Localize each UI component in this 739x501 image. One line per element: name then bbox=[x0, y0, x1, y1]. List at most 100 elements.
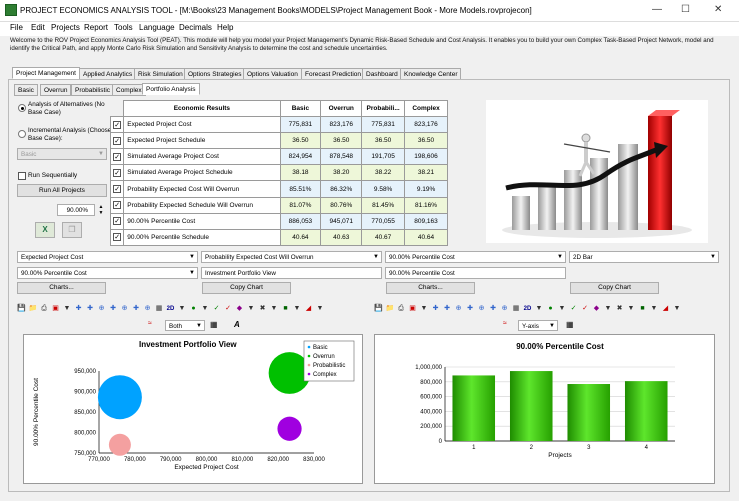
font-icon[interactable]: A bbox=[234, 320, 240, 329]
check-icon[interactable]: ✓ bbox=[224, 305, 232, 313]
row-checkbox[interactable]: ✓ bbox=[109, 180, 125, 198]
move-icon[interactable]: ✚ bbox=[432, 305, 440, 313]
palette-icon[interactable]: ◆ bbox=[593, 305, 601, 313]
zoom-in-icon[interactable]: ⊕ bbox=[455, 305, 463, 313]
menu-file[interactable]: File bbox=[10, 23, 23, 32]
dropdown-icon[interactable]: ▼ bbox=[650, 305, 658, 313]
subtab-basic[interactable]: Basic bbox=[14, 84, 38, 96]
base-case-select[interactable]: Basic ▼ bbox=[17, 148, 107, 160]
move-icon[interactable]: ✚ bbox=[86, 305, 94, 313]
menu-help[interactable]: Help bbox=[217, 23, 233, 32]
right-chart-title-input[interactable]: 90.00% Percentile Cost bbox=[385, 267, 566, 279]
style-icon[interactable]: ◢ bbox=[305, 305, 313, 313]
save-icon[interactable]: 💾 bbox=[374, 305, 383, 313]
2d-toggle-icon[interactable]: 2D bbox=[167, 305, 175, 313]
print-icon[interactable]: ⎙ bbox=[40, 305, 48, 313]
close-icon[interactable]: ✕ bbox=[714, 4, 722, 15]
row-checkbox[interactable]: ✓ bbox=[109, 228, 125, 246]
row-checkbox[interactable]: ✓ bbox=[109, 148, 125, 166]
color-icon[interactable]: ▣ bbox=[409, 305, 417, 313]
dropdown-icon[interactable]: ▼ bbox=[270, 305, 278, 313]
marker-icon[interactable]: ● bbox=[190, 305, 198, 313]
charts-button-right[interactable]: Charts... bbox=[386, 282, 475, 294]
dropdown-icon[interactable]: ▼ bbox=[247, 305, 255, 313]
dropdown-icon[interactable]: ▼ bbox=[627, 305, 635, 313]
grid-icon[interactable]: ▦ bbox=[512, 305, 520, 313]
y-variable-select[interactable]: Probability Expected Cost Will Overrun ▼ bbox=[201, 251, 382, 263]
open-icon[interactable]: 📁 bbox=[29, 305, 38, 313]
axis-select[interactable]: Y-axis ▼ bbox=[518, 320, 558, 331]
maximize-icon[interactable]: ☐ bbox=[681, 4, 690, 15]
charts-button-left[interactable]: Charts... bbox=[17, 282, 106, 294]
move-icon[interactable]: ✚ bbox=[109, 305, 117, 313]
check-icon[interactable]: ✓ bbox=[581, 305, 589, 313]
run-sequentially-checkbox[interactable] bbox=[18, 172, 26, 180]
dropdown-icon[interactable]: ▼ bbox=[316, 305, 324, 313]
left-chart-title-input[interactable]: Investment Portfolio View bbox=[201, 267, 382, 279]
copy-chart-button-left[interactable]: Copy Chart bbox=[202, 282, 291, 294]
dropdown-icon[interactable]: ▼ bbox=[420, 305, 428, 313]
copy-button[interactable]: ❐ bbox=[62, 222, 82, 238]
row-checkbox[interactable]: ✓ bbox=[109, 212, 125, 230]
menu-language[interactable]: Language bbox=[139, 23, 175, 32]
row-checkbox[interactable]: ✓ bbox=[109, 116, 125, 134]
dropdown-icon[interactable]: ▼ bbox=[673, 305, 681, 313]
zoom-out-icon[interactable]: ⊕ bbox=[478, 305, 486, 313]
save-icon[interactable]: 💾 bbox=[17, 305, 26, 313]
zoom-in-icon[interactable]: ⊕ bbox=[98, 305, 106, 313]
check-icon[interactable]: ✓ bbox=[213, 305, 221, 313]
menu-decimals[interactable]: Decimals bbox=[179, 23, 212, 32]
gridlines-icon[interactable]: ≈ bbox=[148, 320, 152, 327]
excel-export-button[interactable]: X bbox=[35, 222, 55, 238]
row-checkbox[interactable]: ✓ bbox=[109, 164, 125, 182]
tab-project-management[interactable]: Project Management bbox=[12, 67, 80, 79]
axis-gridlines-icon[interactable]: ≈ bbox=[503, 320, 507, 327]
grid-icon[interactable]: ▦ bbox=[566, 320, 574, 329]
radio-alternatives[interactable] bbox=[18, 104, 26, 112]
style-icon[interactable]: ◢ bbox=[662, 305, 670, 313]
zoom-icon[interactable]: ⊕ bbox=[144, 305, 152, 313]
bar-variable-select[interactable]: 90.00% Percentile Cost ▼ bbox=[385, 251, 566, 263]
menu-tools[interactable]: Tools bbox=[114, 23, 133, 32]
dropdown-icon[interactable]: ▼ bbox=[558, 305, 566, 313]
subtab-complex[interactable]: Complex bbox=[112, 84, 146, 96]
gridlines-select[interactable]: Both ▼ bbox=[165, 320, 205, 331]
dropdown-icon[interactable]: ▼ bbox=[293, 305, 301, 313]
marker-icon[interactable]: ● bbox=[547, 305, 555, 313]
zoom-icon[interactable]: ⊕ bbox=[501, 305, 509, 313]
move-icon[interactable]: ✚ bbox=[466, 305, 474, 313]
menu-report[interactable]: Report bbox=[84, 23, 108, 32]
dropdown-icon[interactable]: ▼ bbox=[604, 305, 612, 313]
print-icon[interactable]: ⎙ bbox=[397, 305, 405, 313]
percentile-spinner[interactable]: ▲ ▼ bbox=[96, 204, 106, 216]
reset-icon[interactable]: ✖ bbox=[616, 305, 624, 313]
subtab-probabilistic[interactable]: Probabilistic bbox=[71, 84, 115, 96]
dropdown-icon[interactable]: ▼ bbox=[178, 305, 186, 313]
menu-edit[interactable]: Edit bbox=[31, 23, 45, 32]
open-icon[interactable]: 📁 bbox=[386, 305, 395, 313]
grid-icon[interactable]: ▦ bbox=[155, 305, 163, 313]
subtab-overrun[interactable]: Overrun bbox=[40, 84, 72, 96]
move-icon[interactable]: ✚ bbox=[132, 305, 140, 313]
minimize-icon[interactable]: — bbox=[652, 4, 662, 15]
move-icon[interactable]: ✚ bbox=[75, 305, 83, 313]
dropdown-icon[interactable]: ▼ bbox=[535, 305, 543, 313]
row-checkbox[interactable]: ✓ bbox=[109, 132, 125, 150]
palette-icon[interactable]: ◆ bbox=[236, 305, 244, 313]
radio-incremental[interactable] bbox=[18, 130, 26, 138]
percentile-input[interactable]: 90.00% bbox=[57, 204, 95, 216]
move-icon[interactable]: ✚ bbox=[489, 305, 497, 313]
reset-icon[interactable]: ✖ bbox=[259, 305, 267, 313]
move-icon[interactable]: ✚ bbox=[443, 305, 451, 313]
subtab-portfolio-analysis[interactable]: Portfolio Analysis bbox=[142, 83, 200, 95]
dropdown-icon[interactable]: ▼ bbox=[63, 305, 71, 313]
dropdown-icon[interactable]: ▼ bbox=[201, 305, 209, 313]
color-icon[interactable]: ▣ bbox=[52, 305, 60, 313]
row-checkbox[interactable]: ✓ bbox=[109, 196, 125, 214]
chart-type-select[interactable]: 2D Bar ▼ bbox=[569, 251, 719, 263]
copy-chart-button-right[interactable]: Copy Chart bbox=[570, 282, 659, 294]
menu-projects[interactable]: Projects bbox=[51, 23, 80, 32]
grid-icon[interactable]: ▦ bbox=[210, 320, 218, 329]
check-icon[interactable]: ✓ bbox=[570, 305, 578, 313]
x-variable-select[interactable]: Expected Project Cost ▼ bbox=[17, 251, 198, 263]
